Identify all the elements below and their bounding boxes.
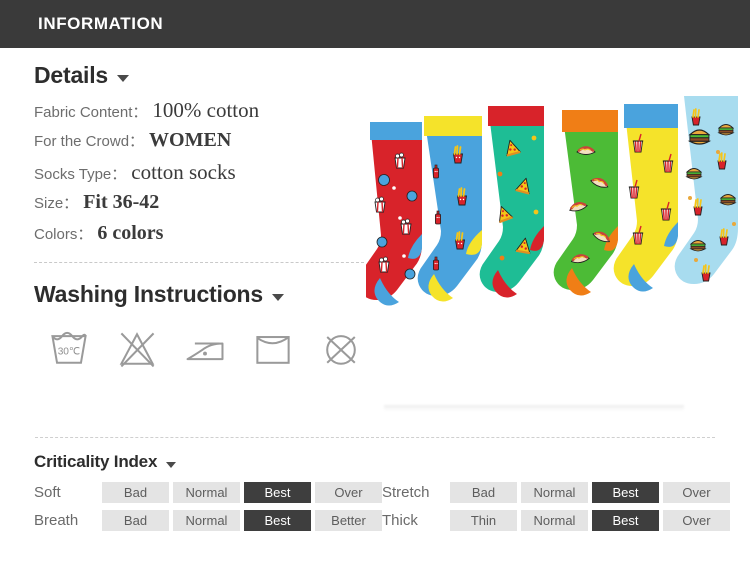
criticality-option[interactable]: Normal: [173, 482, 240, 503]
criticality-pills: Bad Normal Best Over: [450, 482, 730, 503]
do-not-dry-clean-icon: [326, 335, 356, 365]
criticality-label: Stretch: [382, 484, 430, 501]
do-not-bleach-icon: [119, 332, 155, 368]
washing-icon-row: 30℃: [46, 326, 364, 372]
details-heading: Details: [34, 62, 109, 88]
washing-section-header[interactable]: Washing Instructions: [34, 281, 364, 308]
sock-1: [366, 122, 422, 306]
sock-4: [553, 110, 618, 296]
criticality-grid: Soft Bad Normal Best Over Stretch Bad No…: [34, 482, 730, 531]
criticality-row-thick: Thick Thin Normal Best Over: [382, 510, 730, 531]
criticality-row-soft: Soft Bad Normal Best Over: [34, 482, 382, 503]
sock-3: [479, 106, 544, 298]
criticality-section-header[interactable]: Criticality Index: [34, 452, 724, 472]
spec-label: Socks Type：: [34, 166, 127, 183]
sock-2: [417, 116, 482, 302]
details-divider: [34, 262, 364, 263]
criticality-pills: Bad Normal Best Over: [102, 482, 382, 503]
spec-value: 6 colors: [97, 222, 164, 244]
line-dry-icon: [256, 336, 290, 364]
wash-30c-icon: 30℃: [51, 331, 87, 364]
chevron-down-icon[interactable]: [166, 461, 177, 468]
spec-row: Colors： 6 colors: [34, 222, 364, 253]
criticality-row-breath: Breath Bad Normal Best Better: [34, 510, 382, 531]
criticality-pills: Bad Normal Best Better: [102, 510, 382, 531]
spec-value: Fit 36-42: [83, 191, 160, 213]
socks-product-photo: [366, 78, 750, 418]
page-title: INFORMATION: [38, 14, 164, 33]
criticality-option-selected[interactable]: Best: [592, 510, 659, 531]
criticality-row-stretch: Stretch Bad Normal Best Over: [382, 482, 730, 503]
criticality-heading: Criticality Index: [34, 452, 158, 471]
chevron-down-icon[interactable]: [272, 294, 284, 301]
criticality-option-selected[interactable]: Best: [244, 482, 311, 503]
criticality-option-selected[interactable]: Best: [592, 482, 659, 503]
criticality-option[interactable]: Normal: [173, 510, 240, 531]
criticality-index-section: Criticality Index Soft Bad Normal Best O…: [34, 452, 730, 531]
spec-label: Size：: [34, 195, 79, 212]
criticality-option[interactable]: Bad: [450, 482, 517, 503]
sock-5: [613, 104, 678, 292]
sock-6: [674, 96, 738, 284]
chevron-down-icon[interactable]: [117, 75, 130, 82]
spec-row: Socks Type： cotton socks: [34, 160, 364, 191]
criticality-option[interactable]: Thin: [450, 510, 517, 531]
spec-label: For the Crowd：: [34, 133, 145, 150]
spec-label: Colors：: [34, 226, 93, 243]
details-column: Details Fabric Content： 100% cotton For …: [34, 62, 364, 372]
criticality-label: Thick: [382, 512, 418, 529]
spec-value: 100% cotton: [152, 98, 260, 122]
washing-heading: Washing Instructions: [34, 281, 263, 307]
spec-row: Size： Fit 36-42: [34, 191, 364, 222]
spec-label: Fabric Content：: [34, 104, 148, 121]
criticality-option[interactable]: Better: [315, 510, 382, 531]
criticality-label: Breath: [34, 512, 79, 529]
spec-value: WOMEN: [149, 129, 232, 151]
criticality-option[interactable]: Over: [663, 482, 730, 503]
criticality-option[interactable]: Normal: [521, 510, 588, 531]
socks-illustration: [366, 96, 738, 306]
criticality-option[interactable]: Normal: [521, 482, 588, 503]
criticality-pills: Thin Normal Best Over: [450, 510, 730, 531]
criticality-divider: [35, 437, 715, 438]
details-spec-list: Fabric Content： 100% cotton For the Crow…: [34, 98, 364, 253]
details-section-header[interactable]: Details: [34, 62, 364, 89]
criticality-label: Soft: [34, 484, 61, 501]
spec-value: cotton socks: [131, 160, 236, 184]
iron-low-icon: [186, 342, 224, 361]
criticality-option[interactable]: Bad: [102, 482, 169, 503]
criticality-option[interactable]: Over: [663, 510, 730, 531]
criticality-option-selected[interactable]: Best: [244, 510, 311, 531]
spec-row: For the Crowd： WOMEN: [34, 129, 364, 160]
information-header-bar: INFORMATION: [0, 0, 750, 48]
svg-text:30℃: 30℃: [58, 347, 81, 358]
criticality-option[interactable]: Over: [315, 482, 382, 503]
product-shadow: [384, 405, 684, 411]
criticality-option[interactable]: Bad: [102, 510, 169, 531]
spec-row: Fabric Content： 100% cotton: [34, 98, 364, 129]
